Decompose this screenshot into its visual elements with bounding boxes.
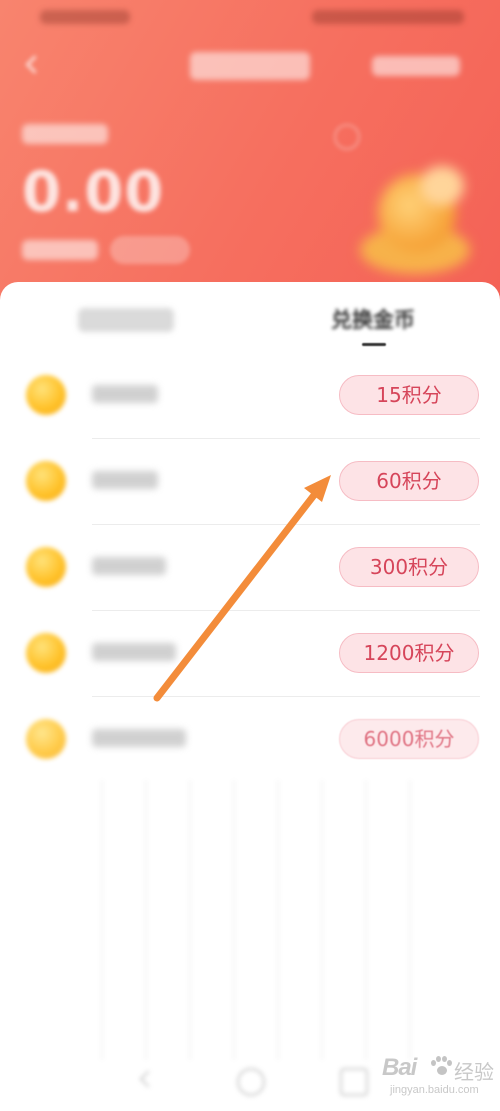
watermark-url: jingyan.baidu.com [390,1084,479,1096]
baidu-watermark: Bai 经验 jingyan.baidu.com [382,1054,498,1106]
annotation-arrow-shaft [153,486,322,702]
nav-back-icon[interactable] [134,1068,158,1092]
nav-home-icon[interactable] [237,1068,265,1096]
annotation-arrow [153,475,331,702]
paw-icon [430,1056,452,1078]
nav-recent-icon[interactable] [340,1068,368,1096]
watermark-logo: Bai [382,1054,417,1081]
watermark-text: 经验 [454,1062,494,1084]
